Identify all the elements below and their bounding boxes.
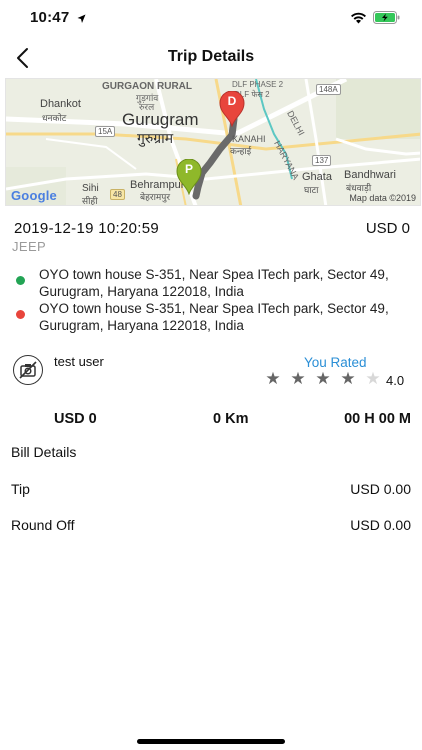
page-title: Trip Details (167, 48, 255, 65)
navigation-bar: Trip Details (0, 40, 422, 76)
map-label-kanahi-hi: कन्हाई (230, 146, 252, 156)
bill-row-value: USD 0.00 (350, 481, 411, 497)
road-shield-148a: 148A (316, 84, 341, 95)
pickup-dot-icon (16, 276, 25, 285)
bill-row-label: Tip (11, 481, 30, 497)
map-attribution: Map data ©2019 (349, 193, 416, 203)
wifi-icon (351, 12, 366, 23)
star-icon: ★ (340, 369, 356, 388)
map-label-sihi-hi: सीही (82, 196, 98, 206)
trip-fare: USD 0 (365, 220, 410, 237)
you-rated-label: You Rated (304, 355, 367, 370)
status-bar: 10:47 (0, 0, 422, 40)
status-icons (350, 11, 400, 24)
drop-dot-icon (16, 310, 25, 319)
route-map[interactable]: GURGAON RURAL गुड़गांव रुरल DLF PHASE 2 … (5, 78, 421, 206)
map-label-bandhwari: Bandhwari (344, 169, 396, 181)
no-photo-icon (19, 361, 37, 379)
pickup-marker[interactable]: P (176, 158, 202, 196)
trip-datetime: 2019-12-19 10:20:59 (14, 220, 159, 237)
bill-details-heading: Bill Details (11, 444, 77, 460)
map-label-gurugram-hi: गुरुग्राम (137, 130, 174, 146)
star-icon: ★ (365, 369, 381, 388)
home-indicator[interactable] (137, 739, 285, 744)
road-shield-137: 137 (312, 155, 332, 166)
summary-distance: 0 Km (213, 411, 249, 427)
road-shield-48: 48 (110, 189, 125, 200)
battery-charging-icon (373, 11, 400, 24)
rating-stars: ★ ★ ★ ★ ★ (262, 369, 384, 389)
vehicle-type: JEEP (12, 239, 47, 254)
map-label-dlf-phase: DLF PHASE 2 (232, 80, 284, 89)
location-arrow-icon (77, 14, 86, 23)
drop-marker[interactable]: D (219, 90, 245, 128)
star-icon: ★ (315, 369, 331, 388)
map-label-dhankot: Dhankot (40, 98, 81, 110)
driver-name: test user (54, 354, 104, 369)
google-logo: Google (11, 188, 57, 203)
map-label-gurugram: Gurugram (122, 110, 199, 129)
map-label-behrampur-hi: बेहरामपुर (140, 192, 171, 202)
star-icon: ★ (265, 369, 281, 388)
map-label-dhankot-hi: धनकोट (42, 113, 67, 123)
map-label-sihi: Sihi (82, 183, 99, 194)
avatar (13, 355, 43, 385)
bill-row-label: Round Off (11, 517, 75, 533)
rating-value: 4.0 (386, 373, 405, 388)
drop-marker-letter: D (227, 94, 237, 108)
summary-amount: USD 0 (54, 411, 97, 427)
road-shield-15a: 15A (95, 126, 116, 137)
summary-duration: 00 H 00 M (344, 411, 411, 427)
pickup-marker-letter: P (184, 162, 193, 176)
pickup-address: OYO town house S-351, Near Spea ITech pa… (39, 267, 389, 299)
drop-address: OYO town house S-351, Near Spea ITech pa… (39, 301, 389, 333)
status-time: 10:47 (30, 9, 70, 26)
bill-row-value: USD 0.00 (350, 517, 411, 533)
map-label-kanahi: KANAHI (232, 134, 266, 144)
map-label-ghata-hi: घाटा (304, 185, 319, 195)
map-label-ghata: Ghata (302, 171, 332, 183)
star-icon: ★ (290, 369, 306, 388)
